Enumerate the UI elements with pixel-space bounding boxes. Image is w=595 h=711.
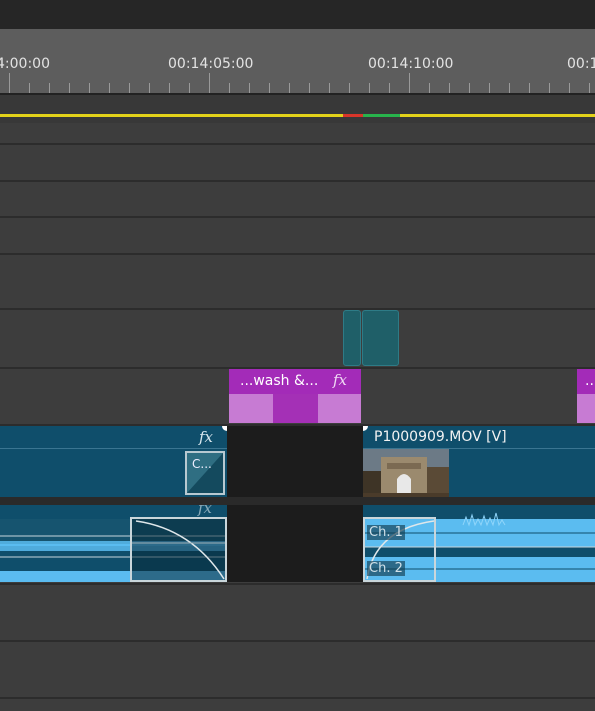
timecode-label: 00:1 bbox=[567, 56, 595, 72]
ruler-tick bbox=[449, 83, 450, 93]
track-divider bbox=[0, 180, 595, 182]
channel-2-label: Ch. 2 bbox=[367, 561, 405, 576]
track-divider bbox=[0, 253, 595, 255]
transition-block[interactable]: C... bbox=[185, 451, 225, 495]
clip-name: P1000909.MOV [V] bbox=[374, 429, 507, 445]
title-clip-header: ...wash &... fx bbox=[229, 369, 361, 394]
timeline-ruler[interactable]: 4:00:00 00:14:05:00 00:14:10:00 00:1 bbox=[0, 29, 595, 93]
track-divider bbox=[0, 216, 595, 218]
ruler-tick bbox=[169, 83, 170, 93]
ruler-tick bbox=[149, 83, 150, 93]
render-marker-red bbox=[343, 114, 363, 117]
audio-fade-out[interactable] bbox=[130, 517, 227, 582]
fx-icon[interactable]: fx bbox=[198, 505, 212, 517]
ruler-tick bbox=[29, 83, 30, 93]
clip-thumbnail bbox=[363, 449, 449, 497]
track-divider bbox=[0, 308, 595, 310]
ruler-tick bbox=[589, 83, 590, 93]
overlay-clip[interactable] bbox=[362, 310, 399, 366]
video-clip-right[interactable]: P1000909.MOV [V] bbox=[363, 426, 595, 497]
video-audio-divider bbox=[0, 497, 595, 505]
panel-top-strip bbox=[0, 0, 595, 29]
timecode-label: 00:14:05:00 bbox=[168, 56, 254, 72]
title-clip-header: ... bbox=[577, 369, 595, 394]
ruler-tick bbox=[469, 83, 470, 93]
title-clip-label: ...wash &... bbox=[240, 373, 319, 389]
ruler-tick bbox=[549, 83, 550, 93]
track-divider bbox=[0, 640, 595, 642]
fade-curve-icon bbox=[132, 520, 225, 580]
ruler-tick bbox=[389, 83, 390, 93]
ruler-tick bbox=[269, 83, 270, 93]
ruler-tick bbox=[349, 83, 350, 93]
ruler-tick bbox=[289, 83, 290, 93]
ruler-tick bbox=[569, 83, 570, 93]
track-divider bbox=[0, 697, 595, 699]
title-clip-body bbox=[577, 394, 595, 423]
work-area-bar[interactable] bbox=[0, 95, 595, 123]
ruler-tick bbox=[109, 83, 110, 93]
ruler-tick bbox=[489, 83, 490, 93]
ruler-tick bbox=[309, 83, 310, 93]
timecode-label: 00:14:10:00 bbox=[368, 56, 454, 72]
ruler-tick bbox=[429, 83, 430, 93]
render-marker-green bbox=[363, 114, 400, 117]
ruler-tick bbox=[129, 83, 130, 93]
ruler-tick bbox=[369, 83, 370, 93]
title-clip-label: ... bbox=[585, 373, 595, 389]
timecode-label: 4:00:00 bbox=[0, 56, 50, 72]
ruler-tick bbox=[189, 83, 190, 93]
ruler-tick bbox=[229, 83, 230, 93]
ruler-tick bbox=[529, 83, 530, 93]
audio-clip-right[interactable]: Ch. 1 Ch. 2 bbox=[363, 505, 595, 582]
title-clip-next[interactable]: ... bbox=[577, 369, 595, 423]
timeline-gap[interactable] bbox=[227, 505, 363, 582]
video-clip-left[interactable]: fx C... bbox=[0, 426, 227, 497]
ruler-tick bbox=[329, 83, 330, 93]
audio-clip-left[interactable]: fx bbox=[0, 505, 227, 582]
ruler-tick bbox=[69, 83, 70, 93]
track-divider bbox=[0, 143, 595, 145]
ruler-tick bbox=[409, 73, 410, 93]
video-clip-header: fx bbox=[0, 426, 227, 449]
video-clip-header: P1000909.MOV [V] bbox=[363, 426, 595, 449]
track-divider bbox=[0, 583, 595, 585]
fx-icon[interactable]: fx bbox=[333, 371, 347, 389]
work-area-line bbox=[400, 114, 595, 117]
ruler-tick bbox=[209, 73, 210, 93]
transition-label: C... bbox=[192, 457, 212, 471]
title-clip[interactable]: ...wash &... fx bbox=[229, 369, 361, 423]
ruler-tick bbox=[249, 83, 250, 93]
fx-icon[interactable]: fx bbox=[199, 428, 213, 446]
ruler-tick bbox=[49, 83, 50, 93]
overlay-clip[interactable] bbox=[343, 310, 361, 366]
ruler-tick bbox=[89, 83, 90, 93]
channel-1-label: Ch. 1 bbox=[367, 525, 405, 540]
work-area-line bbox=[0, 114, 343, 117]
timeline-gap[interactable] bbox=[227, 426, 363, 497]
title-clip-middle bbox=[273, 394, 318, 423]
ruler-tick bbox=[509, 83, 510, 93]
ruler-tick bbox=[9, 73, 10, 93]
